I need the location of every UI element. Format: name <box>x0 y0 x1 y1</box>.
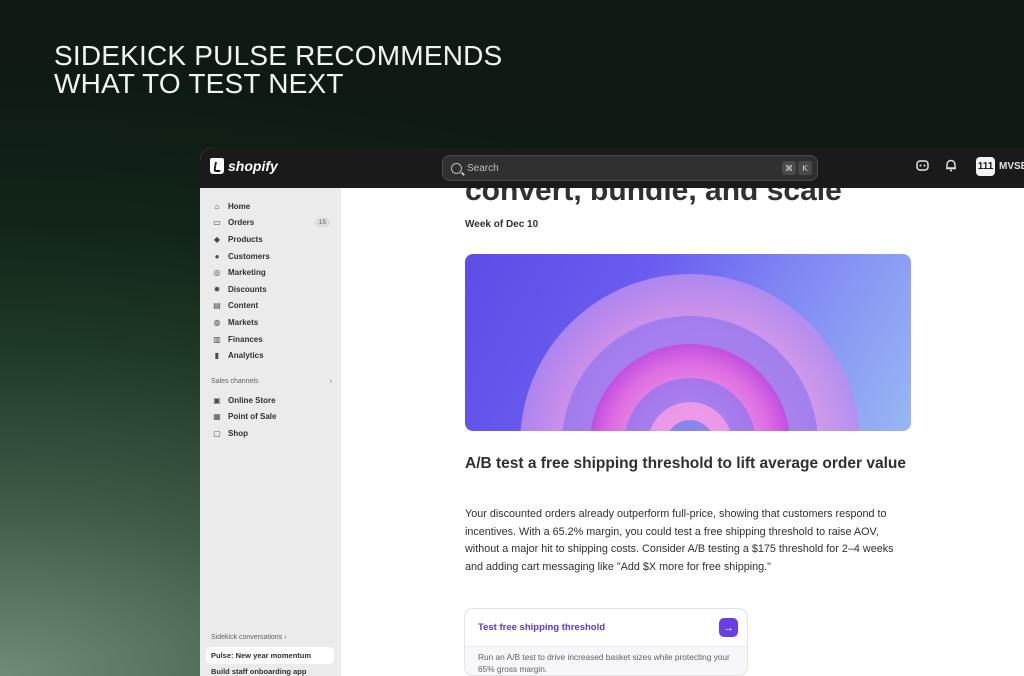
sidebar-item-shop[interactable]: ▢ Shop <box>206 425 334 442</box>
search-input[interactable] <box>467 162 767 174</box>
search-icon <box>451 162 462 174</box>
conversation-item[interactable]: Pulse: New year momentum <box>206 647 334 664</box>
sidebar-item-online-store[interactable]: ▣ Online Store <box>206 392 334 409</box>
home-icon: ⌂ <box>214 201 220 211</box>
arrow-right-icon[interactable]: → <box>719 618 738 637</box>
bar-chart-icon: ▮ <box>214 351 220 361</box>
page-title: convert, bundle, and scale <box>465 188 842 207</box>
sidebar-item-customers[interactable]: ● Customers <box>206 248 334 265</box>
bank-icon: ▥ <box>213 334 221 344</box>
top-bar: shopify ⌘ K 111 MVSE <box>200 148 1024 188</box>
sales-channels-list: ▣ Online Store ▦ Point of Sale ▢ Shop <box>206 392 334 442</box>
sidebar-item-label: Content <box>228 301 259 311</box>
sidebar-item-analytics[interactable]: ▮ Analytics <box>206 347 334 364</box>
sidebar-item-label: Products <box>228 234 263 244</box>
sales-channels-header[interactable]: Sales channels › <box>211 378 332 385</box>
headline-line-1: SIDEKICK PULSE RECOMMENDS <box>54 40 503 71</box>
headline-line-2: WHAT TO TEST NEXT <box>54 68 344 99</box>
sidebar-item-label: Home <box>228 201 251 211</box>
recommendation-body: Your discounted orders already outperfor… <box>465 508 894 573</box>
pos-icon: ▦ <box>213 412 221 422</box>
sidebar-item-discounts[interactable]: ✹ Discounts <box>206 281 334 298</box>
inbox-icon: ▭ <box>213 218 221 228</box>
sidebar-item-home[interactable]: ⌂ Home <box>206 198 334 215</box>
sidebar-item-finances[interactable]: ▥ Finances <box>206 331 334 348</box>
discount-icon: ✹ <box>213 284 221 294</box>
logo-text: shopify <box>228 158 278 174</box>
store-icon: ▣ <box>213 395 221 405</box>
shopify-logo[interactable]: shopify <box>210 158 278 174</box>
sidebar-item-marketing[interactable]: ◎ Marketing <box>206 264 334 281</box>
sidebar-item-label: Orders <box>228 218 255 228</box>
concentric-arcs-graphic <box>520 274 860 431</box>
tag-icon: ◆ <box>213 234 221 244</box>
target-icon: ◎ <box>213 268 221 278</box>
sidebar-item-label: Shop <box>228 428 248 438</box>
count-badge: 15 <box>314 218 330 228</box>
sidebar-item-orders[interactable]: ▭ Orders 15 <box>206 215 334 232</box>
chevron-right-icon: › <box>284 634 287 641</box>
bell-icon[interactable] <box>945 159 957 176</box>
store-menu[interactable]: 111 MVSE <box>976 157 1024 176</box>
globe-icon: ◍ <box>213 317 221 327</box>
cta-label: Test free shipping threshold <box>478 622 606 633</box>
sidebar: ⌂ Home ▭ Orders 15 ◆ Products ● Customers ◎ Market… <box>200 188 341 676</box>
action-card: Test free shipping threshold → Run an A/… <box>464 608 748 676</box>
sidebar-item-label: Markets <box>228 317 259 327</box>
hero-image <box>465 254 911 431</box>
sidebar-item-content[interactable]: ▤ Content <box>206 298 334 315</box>
recommendation-title: A/B test a free shipping threshold to li… <box>465 455 906 472</box>
sidebar-item-point-of-sale[interactable]: ▦ Point of Sale <box>206 409 334 426</box>
sidebar-item-label: Finances <box>228 334 263 344</box>
shopify-admin-window: shopify ⌘ K 111 MVSE ⌂ Home ▭ Orders 15 ◆ Prod… <box>200 148 1024 676</box>
store-logo: 111 <box>976 157 995 176</box>
store-name: MVSE <box>999 161 1024 172</box>
search-shortcut: ⌘ K <box>782 161 812 175</box>
conversation-item[interactable]: Build staff onboarding app <box>206 664 334 676</box>
sidebar-nav: ⌂ Home ▭ Orders 15 ◆ Products ● Customers ◎ Market… <box>206 198 334 364</box>
week-label: Week of Dec 10 <box>465 219 539 230</box>
conversation-list: Pulse: New year momentum Build staff onbo… <box>206 647 334 676</box>
sidebar-item-label: Point of Sale <box>228 412 277 422</box>
test-free-shipping-button[interactable]: Test free shipping threshold → <box>465 609 747 647</box>
content-icon: ▤ <box>213 301 221 311</box>
shopify-bag-icon <box>210 158 224 174</box>
sidekick-icon[interactable] <box>916 159 929 176</box>
sidebar-item-label: Online Store <box>228 395 276 405</box>
sidebar-item-markets[interactable]: ◍ Markets <box>206 314 334 331</box>
sidebar-item-label: Discounts <box>228 284 267 294</box>
top-icons <box>916 159 957 176</box>
k-key: K <box>798 161 812 175</box>
sidebar-item-products[interactable]: ◆ Products <box>206 231 334 248</box>
shop-icon: ▢ <box>213 428 221 438</box>
sidebar-item-label: Customers <box>228 251 270 261</box>
promo-headline: SIDEKICK PULSE RECOMMENDS WHAT TO TEST N… <box>54 42 502 98</box>
command-key-icon: ⌘ <box>782 161 796 175</box>
chevron-right-icon: › <box>329 378 332 385</box>
person-icon: ● <box>214 251 220 261</box>
sidekick-conversations-header[interactable]: Sidekick conversations › <box>211 634 287 641</box>
search-bar[interactable]: ⌘ K <box>442 155 818 181</box>
conversations-label: Sidekick conversations <box>211 634 283 641</box>
sidebar-item-label: Analytics <box>228 351 264 361</box>
main-content: convert, bundle, and scale Week of Dec 1… <box>341 188 1024 676</box>
sidebar-item-label: Marketing <box>228 268 266 278</box>
sales-channels-label: Sales channels <box>211 378 259 385</box>
cta-description: Run an A/B test to drive increased baske… <box>478 652 730 674</box>
